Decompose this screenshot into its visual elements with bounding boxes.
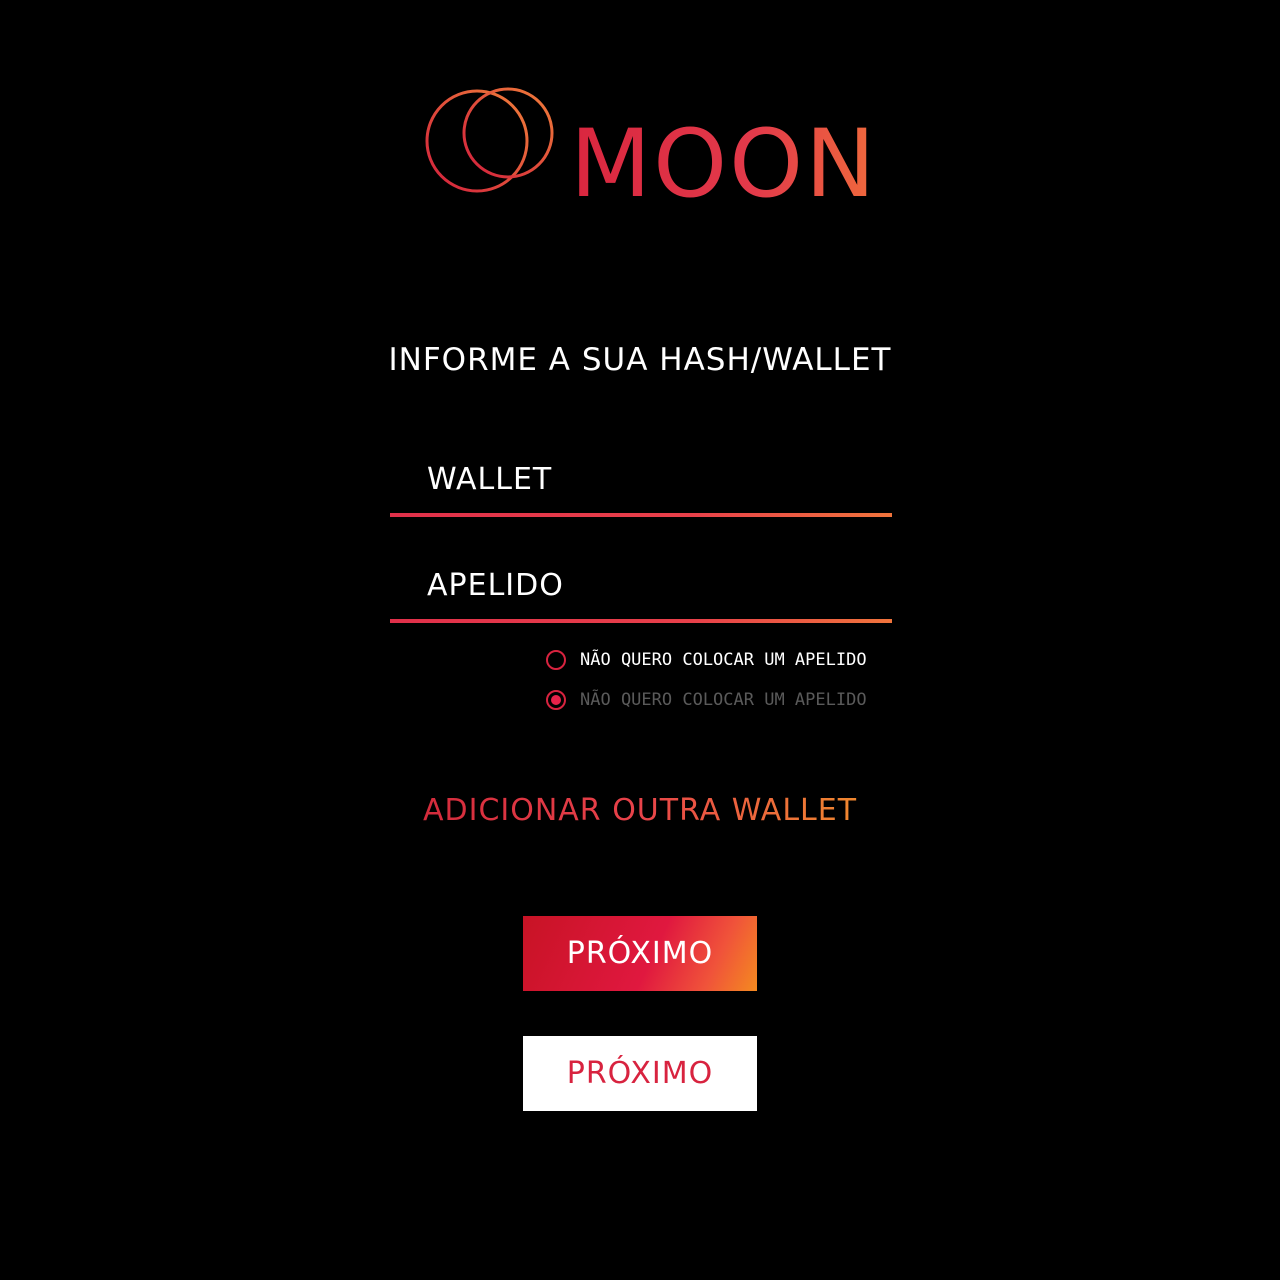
- next-button-alt[interactable]: PRÓXIMO: [523, 1036, 757, 1111]
- add-wallet-link[interactable]: ADICIONAR OUTRA WALLET: [0, 793, 1280, 828]
- double-ring-icon: MOON: [425, 87, 870, 204]
- form-heading: INFORME A SUA HASH/WALLET: [388, 342, 892, 378]
- nickname-input[interactable]: [390, 553, 892, 617]
- no-nickname-option-selected-label: NÃO QUERO COLOCAR UM APELIDO: [580, 690, 867, 710]
- no-nickname-option-selected[interactable]: NÃO QUERO COLOCAR UM APELIDO: [546, 687, 867, 713]
- wallet-field[interactable]: [390, 447, 892, 517]
- radio-checked-icon[interactable]: [546, 690, 566, 710]
- no-nickname-option[interactable]: NÃO QUERO COLOCAR UM APELIDO: [546, 647, 867, 673]
- moon-logo: MOON: [420, 84, 870, 204]
- add-wallet-link-label[interactable]: ADICIONAR OUTRA WALLET: [423, 793, 857, 828]
- wallet-underline: [390, 513, 892, 517]
- radio-unchecked-icon[interactable]: [546, 650, 566, 670]
- nickname-underline: [390, 619, 892, 623]
- wallet-input[interactable]: [390, 447, 892, 511]
- nickname-field[interactable]: [390, 553, 892, 623]
- next-button[interactable]: PRÓXIMO: [523, 916, 757, 991]
- moon-logo-text: MOON: [570, 110, 870, 204]
- no-nickname-option-label: NÃO QUERO COLOCAR UM APELIDO: [580, 650, 867, 670]
